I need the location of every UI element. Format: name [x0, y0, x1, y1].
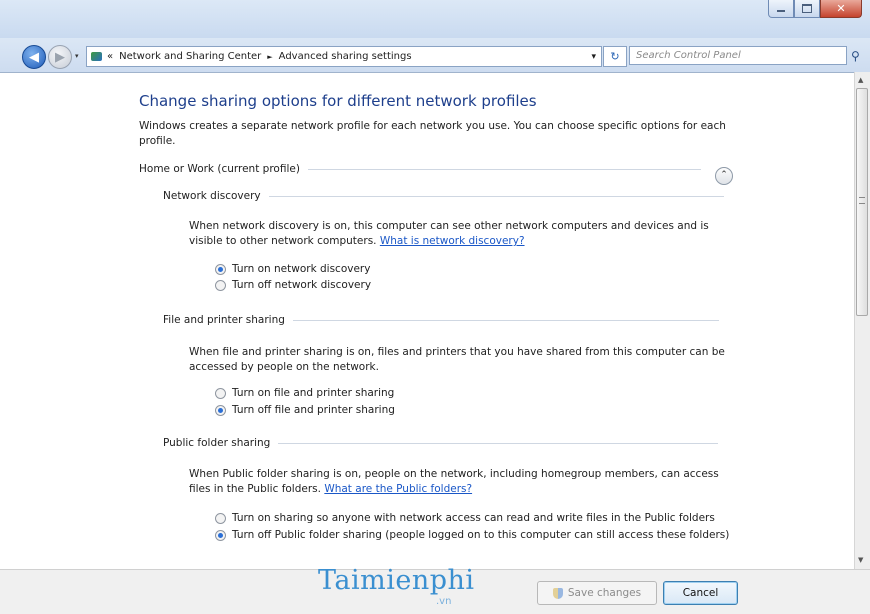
breadcrumb-advanced-sharing-settings[interactable]: Advanced sharing settings [279, 51, 412, 62]
back-button[interactable]: ◀ [22, 45, 46, 69]
network-discovery-help-link[interactable]: What is network discovery? [380, 235, 525, 247]
shield-icon [552, 587, 563, 599]
radio-unselected-icon[interactable] [215, 513, 226, 524]
save-changes-button[interactable]: Save changes [537, 581, 657, 605]
radio-label: Turn on file and printer sharing [232, 387, 395, 399]
page-intro: Windows creates a separate network profi… [139, 120, 726, 147]
scrollbar-grip-icon [859, 197, 865, 204]
scroll-down-icon[interactable]: ▼ [858, 556, 863, 564]
main-content: Change sharing options for different net… [0, 72, 855, 570]
minimize-button[interactable] [768, 0, 794, 18]
window-controls: ✕ [768, 0, 862, 18]
radio-turn-on-network-discovery[interactable]: Turn on network discovery [215, 262, 370, 276]
network-discovery-header: Network discovery [163, 190, 724, 202]
radio-label: Turn on network discovery [232, 263, 371, 275]
radio-label: Turn on sharing so anyone with network a… [232, 512, 715, 524]
footer-bar: Taimienphi .vn Save changes Cancel [0, 565, 870, 614]
search-icon[interactable]: ⚲ [851, 49, 860, 63]
public-folders-help-link[interactable]: What are the Public folders? [324, 483, 472, 495]
recent-pages-dropdown[interactable]: ▾ [75, 52, 79, 60]
collapse-profile-button[interactable]: ⌃ [715, 167, 733, 185]
maximize-button[interactable] [794, 0, 820, 18]
close-button[interactable]: ✕ [820, 0, 862, 18]
maximize-icon [802, 4, 812, 13]
file-printer-sharing-heading: File and printer sharing [163, 314, 285, 326]
breadcrumb-overflow[interactable]: « [107, 51, 113, 62]
radio-label: Turn off file and printer sharing [232, 404, 395, 416]
radio-selected-icon[interactable] [215, 530, 226, 541]
network-discovery-description: When network discovery is on, this compu… [189, 219, 734, 249]
network-discovery-heading: Network discovery [163, 190, 261, 202]
radio-unselected-icon[interactable] [215, 388, 226, 399]
network-icon [91, 52, 102, 61]
radio-turn-on-file-printer-sharing[interactable]: Turn on file and printer sharing [215, 386, 394, 400]
forward-arrow-icon: ▶ [55, 49, 65, 65]
radio-selected-icon[interactable] [215, 264, 226, 275]
navigation-bar: ◀ ▶ ▾ « Network and Sharing Center ► Adv… [0, 38, 870, 72]
watermark-brand: Taimienphi [318, 565, 475, 596]
address-dropdown-icon[interactable]: ▾ [591, 52, 596, 62]
radio-unselected-icon[interactable] [215, 280, 226, 291]
cancel-button[interactable]: Cancel [663, 581, 738, 605]
scroll-up-icon[interactable]: ▲ [858, 76, 863, 84]
radio-turn-off-public-folder-sharing[interactable]: Turn off Public folder sharing (people l… [215, 528, 735, 542]
refresh-icon: ↻ [610, 50, 620, 63]
chevron-up-icon: ⌃ [720, 170, 728, 180]
minimize-icon [777, 10, 785, 12]
title-bar: ✕ [0, 0, 870, 38]
radio-turn-off-network-discovery[interactable]: Turn off network discovery [215, 278, 371, 292]
scrollbar-thumb[interactable] [856, 88, 868, 316]
divider [292, 319, 719, 321]
back-arrow-icon: ◀ [29, 49, 39, 65]
radio-turn-on-public-folder-sharing[interactable]: Turn on sharing so anyone with network a… [215, 511, 775, 525]
file-printer-sharing-header: File and printer sharing [163, 314, 719, 326]
divider [268, 195, 724, 197]
watermark-brand-suffix: .vn [436, 596, 452, 607]
divider [278, 442, 719, 444]
save-changes-label: Save changes [567, 587, 642, 599]
radio-label: Turn off Public folder sharing (people l… [232, 529, 730, 541]
file-printer-sharing-text: When file and printer sharing is on, fil… [189, 346, 725, 373]
radio-turn-off-file-printer-sharing[interactable]: Turn off file and printer sharing [215, 403, 395, 417]
refresh-button[interactable]: ↻ [603, 46, 627, 67]
address-bar[interactable]: « Network and Sharing Center ► Advanced … [86, 46, 602, 67]
page-title: Change sharing options for different net… [139, 92, 537, 110]
vertical-scrollbar[interactable]: ▲ ▼ [854, 72, 870, 569]
public-folder-sharing-heading: Public folder sharing [163, 437, 271, 449]
file-printer-sharing-description: When file and printer sharing is on, fil… [189, 345, 734, 375]
radio-selected-icon[interactable] [215, 405, 226, 416]
forward-button[interactable]: ▶ [48, 45, 72, 69]
public-folder-sharing-header: Public folder sharing [163, 437, 719, 449]
cancel-label: Cancel [682, 587, 719, 599]
divider [307, 168, 701, 170]
public-folder-sharing-description: When Public folder sharing is on, people… [189, 467, 734, 497]
breadcrumb-network-and-sharing-center[interactable]: Network and Sharing Center [119, 51, 261, 62]
breadcrumb-separator[interactable]: ► [267, 53, 272, 61]
search-input[interactable]: Search Control Panel [629, 46, 847, 65]
profile-label: Home or Work (current profile) [139, 163, 300, 175]
close-icon: ✕ [836, 2, 846, 15]
radio-label: Turn off network discovery [232, 279, 372, 291]
profile-header: Home or Work (current profile) [139, 163, 701, 175]
